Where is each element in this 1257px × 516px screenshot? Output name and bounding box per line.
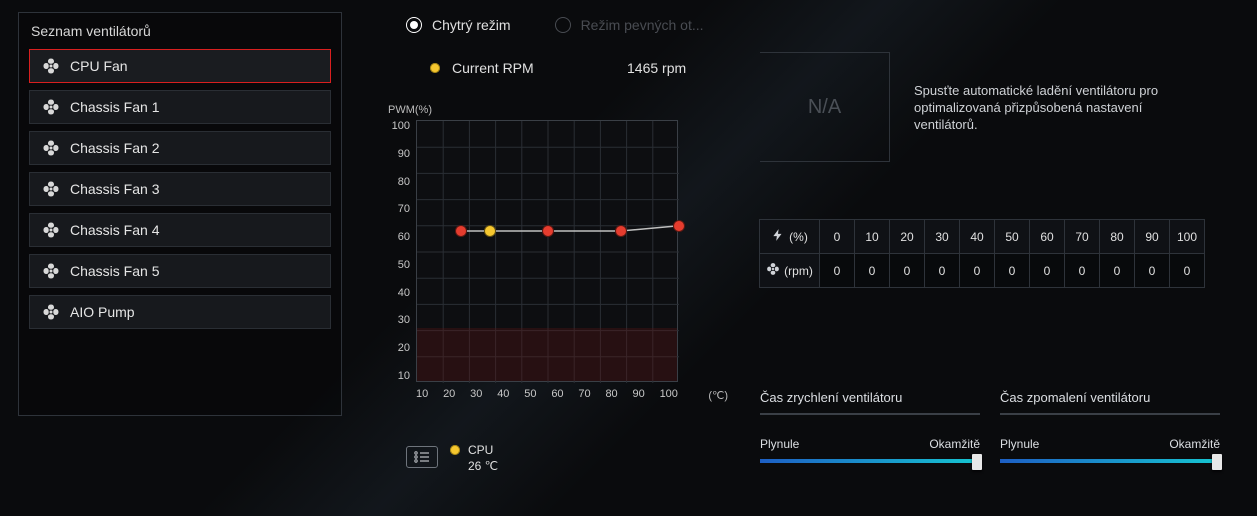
boost-col-header: 70 [1064, 219, 1100, 254]
chart-xlabel: (℃) [708, 389, 728, 402]
fan-list-title: Seznam ventilátorů [29, 23, 331, 39]
chart-ylabel: PWM(%) [388, 104, 712, 116]
boost-rpm-cell: 0 [1064, 253, 1100, 288]
fan-icon [42, 221, 60, 239]
fan-item-label: Chassis Fan 5 [70, 263, 159, 279]
fan-item[interactable]: AIO Pump [29, 295, 331, 329]
fan-item[interactable]: Chassis Fan 1 [29, 90, 331, 124]
fan-icon [42, 180, 60, 198]
dot-icon [450, 445, 460, 455]
boost-rpm-cell: 0 [994, 253, 1030, 288]
curve-point[interactable] [455, 225, 467, 237]
fan-item-label: Chassis Fan 1 [70, 99, 159, 115]
list-icon [413, 451, 431, 463]
fan-icon [42, 98, 60, 116]
radio-icon [406, 17, 422, 33]
boost-row-pct-header: (%) [759, 219, 820, 254]
boost-col-header: 20 [889, 219, 925, 254]
fan-icon [42, 57, 60, 75]
fan-icon [42, 262, 60, 280]
slider-right-label: Okamžitě [1169, 437, 1220, 451]
chart-xticks: 102030405060708090100 [416, 388, 678, 400]
fan-item[interactable]: Chassis Fan 4 [29, 213, 331, 247]
fan-list: Seznam ventilátorů CPU Fan Chassis Fan 1 C… [18, 12, 342, 416]
chart-plotarea[interactable] [416, 120, 678, 382]
boost-col-header: 90 [1134, 219, 1170, 254]
dot-icon [430, 63, 440, 73]
boost-rpm-cell: 0 [959, 253, 995, 288]
fan-item-label: Chassis Fan 2 [70, 140, 159, 156]
fan-item[interactable]: CPU Fan [29, 49, 331, 83]
boost-col-header: 30 [924, 219, 960, 254]
fan-curve-chart: PWM(%) 100908070605040302010 10203040506… [388, 104, 712, 400]
fan-icon [766, 262, 780, 279]
boost-col-header: 40 [959, 219, 995, 254]
slider-left-label: Plynule [1000, 437, 1039, 451]
fan-item-label: Chassis Fan 3 [70, 181, 159, 197]
fan-speedup-title: Čas zrychlení ventilátoru [760, 390, 980, 415]
boost-rpm-cell: 0 [854, 253, 890, 288]
slider-thumb[interactable] [972, 454, 982, 470]
boost-rpm-cell: 0 [924, 253, 960, 288]
current-rpm-label: Current RPM [452, 60, 534, 76]
boost-col-header: 60 [1029, 219, 1065, 254]
mode-smart[interactable]: Chytrý režim [406, 17, 511, 33]
boost-col-header: 100 [1169, 219, 1205, 254]
fan-slowdown-slider: Čas zpomalení ventilátoru Plynule Okamži… [1000, 390, 1220, 463]
autotune-na: N/A [760, 52, 890, 162]
current-rpm: Current RPM [430, 60, 534, 76]
fan-item-label: Chassis Fan 4 [70, 222, 159, 238]
mode-smart-label: Chytrý režim [432, 17, 511, 33]
slider-left-label: Plynule [760, 437, 799, 451]
boost-col-header: 80 [1099, 219, 1135, 254]
curve-point[interactable] [673, 220, 685, 232]
boost-row-rpm-header: (rpm) [759, 253, 820, 288]
fan-icon [42, 139, 60, 157]
fan-icon [42, 303, 60, 321]
fan-speedup-slider: Čas zrychlení ventilátoru Plynule Okamži… [760, 390, 980, 463]
bolt-icon [771, 228, 785, 245]
boost-rpm-cell: 0 [1134, 253, 1170, 288]
slider-thumb[interactable] [1212, 454, 1222, 470]
slider-track[interactable] [760, 459, 980, 463]
curve-point[interactable] [615, 225, 627, 237]
autotune-block: N/A Spusťte automatické ladění ventiláto… [760, 42, 1240, 172]
boost-rpm-cell: 0 [1029, 253, 1065, 288]
boost-rpm-cell: 0 [889, 253, 925, 288]
slider-right-label: Okamžitě [929, 437, 980, 451]
fan-mode-radios: Chytrý režim Režim pevných ot... [406, 17, 704, 33]
fan-slowdown-title: Čas zpomalení ventilátoru [1000, 390, 1220, 415]
curve-point[interactable] [542, 225, 554, 237]
fan-item-label: AIO Pump [70, 304, 135, 320]
boost-table: (%)0102030405060708090100(rpm)0000000000… [760, 220, 1205, 288]
radio-icon [555, 17, 571, 33]
mode-fixed-label: Režim pevných ot... [581, 17, 704, 33]
autotune-hint: Spusťte automatické ladění ventilátoru p… [914, 82, 1204, 133]
fan-item[interactable]: Chassis Fan 3 [29, 172, 331, 206]
boost-col-header: 0 [819, 219, 855, 254]
boost-rpm-cell: 0 [819, 253, 855, 288]
fan-item-label: CPU Fan [70, 58, 128, 74]
chart-yticks: 100908070605040302010 [388, 120, 416, 382]
boost-col-header: 10 [854, 219, 890, 254]
temp-source-list-button[interactable] [406, 446, 438, 468]
boost-rpm-cell: 0 [1099, 253, 1135, 288]
temp-source: CPU 26 ℃ [450, 442, 498, 474]
fan-item[interactable]: Chassis Fan 2 [29, 131, 331, 165]
temp-source-name: CPU [468, 442, 498, 458]
current-rpm-value: 1465 rpm [627, 60, 686, 76]
boost-col-header: 50 [994, 219, 1030, 254]
curve-point[interactable] [484, 225, 496, 237]
mode-fixed[interactable]: Režim pevných ot... [555, 17, 704, 33]
temp-source-value: 26 ℃ [468, 458, 498, 474]
boost-rpm-cell: 0 [1169, 253, 1205, 288]
fan-item[interactable]: Chassis Fan 5 [29, 254, 331, 288]
slider-track[interactable] [1000, 459, 1220, 463]
